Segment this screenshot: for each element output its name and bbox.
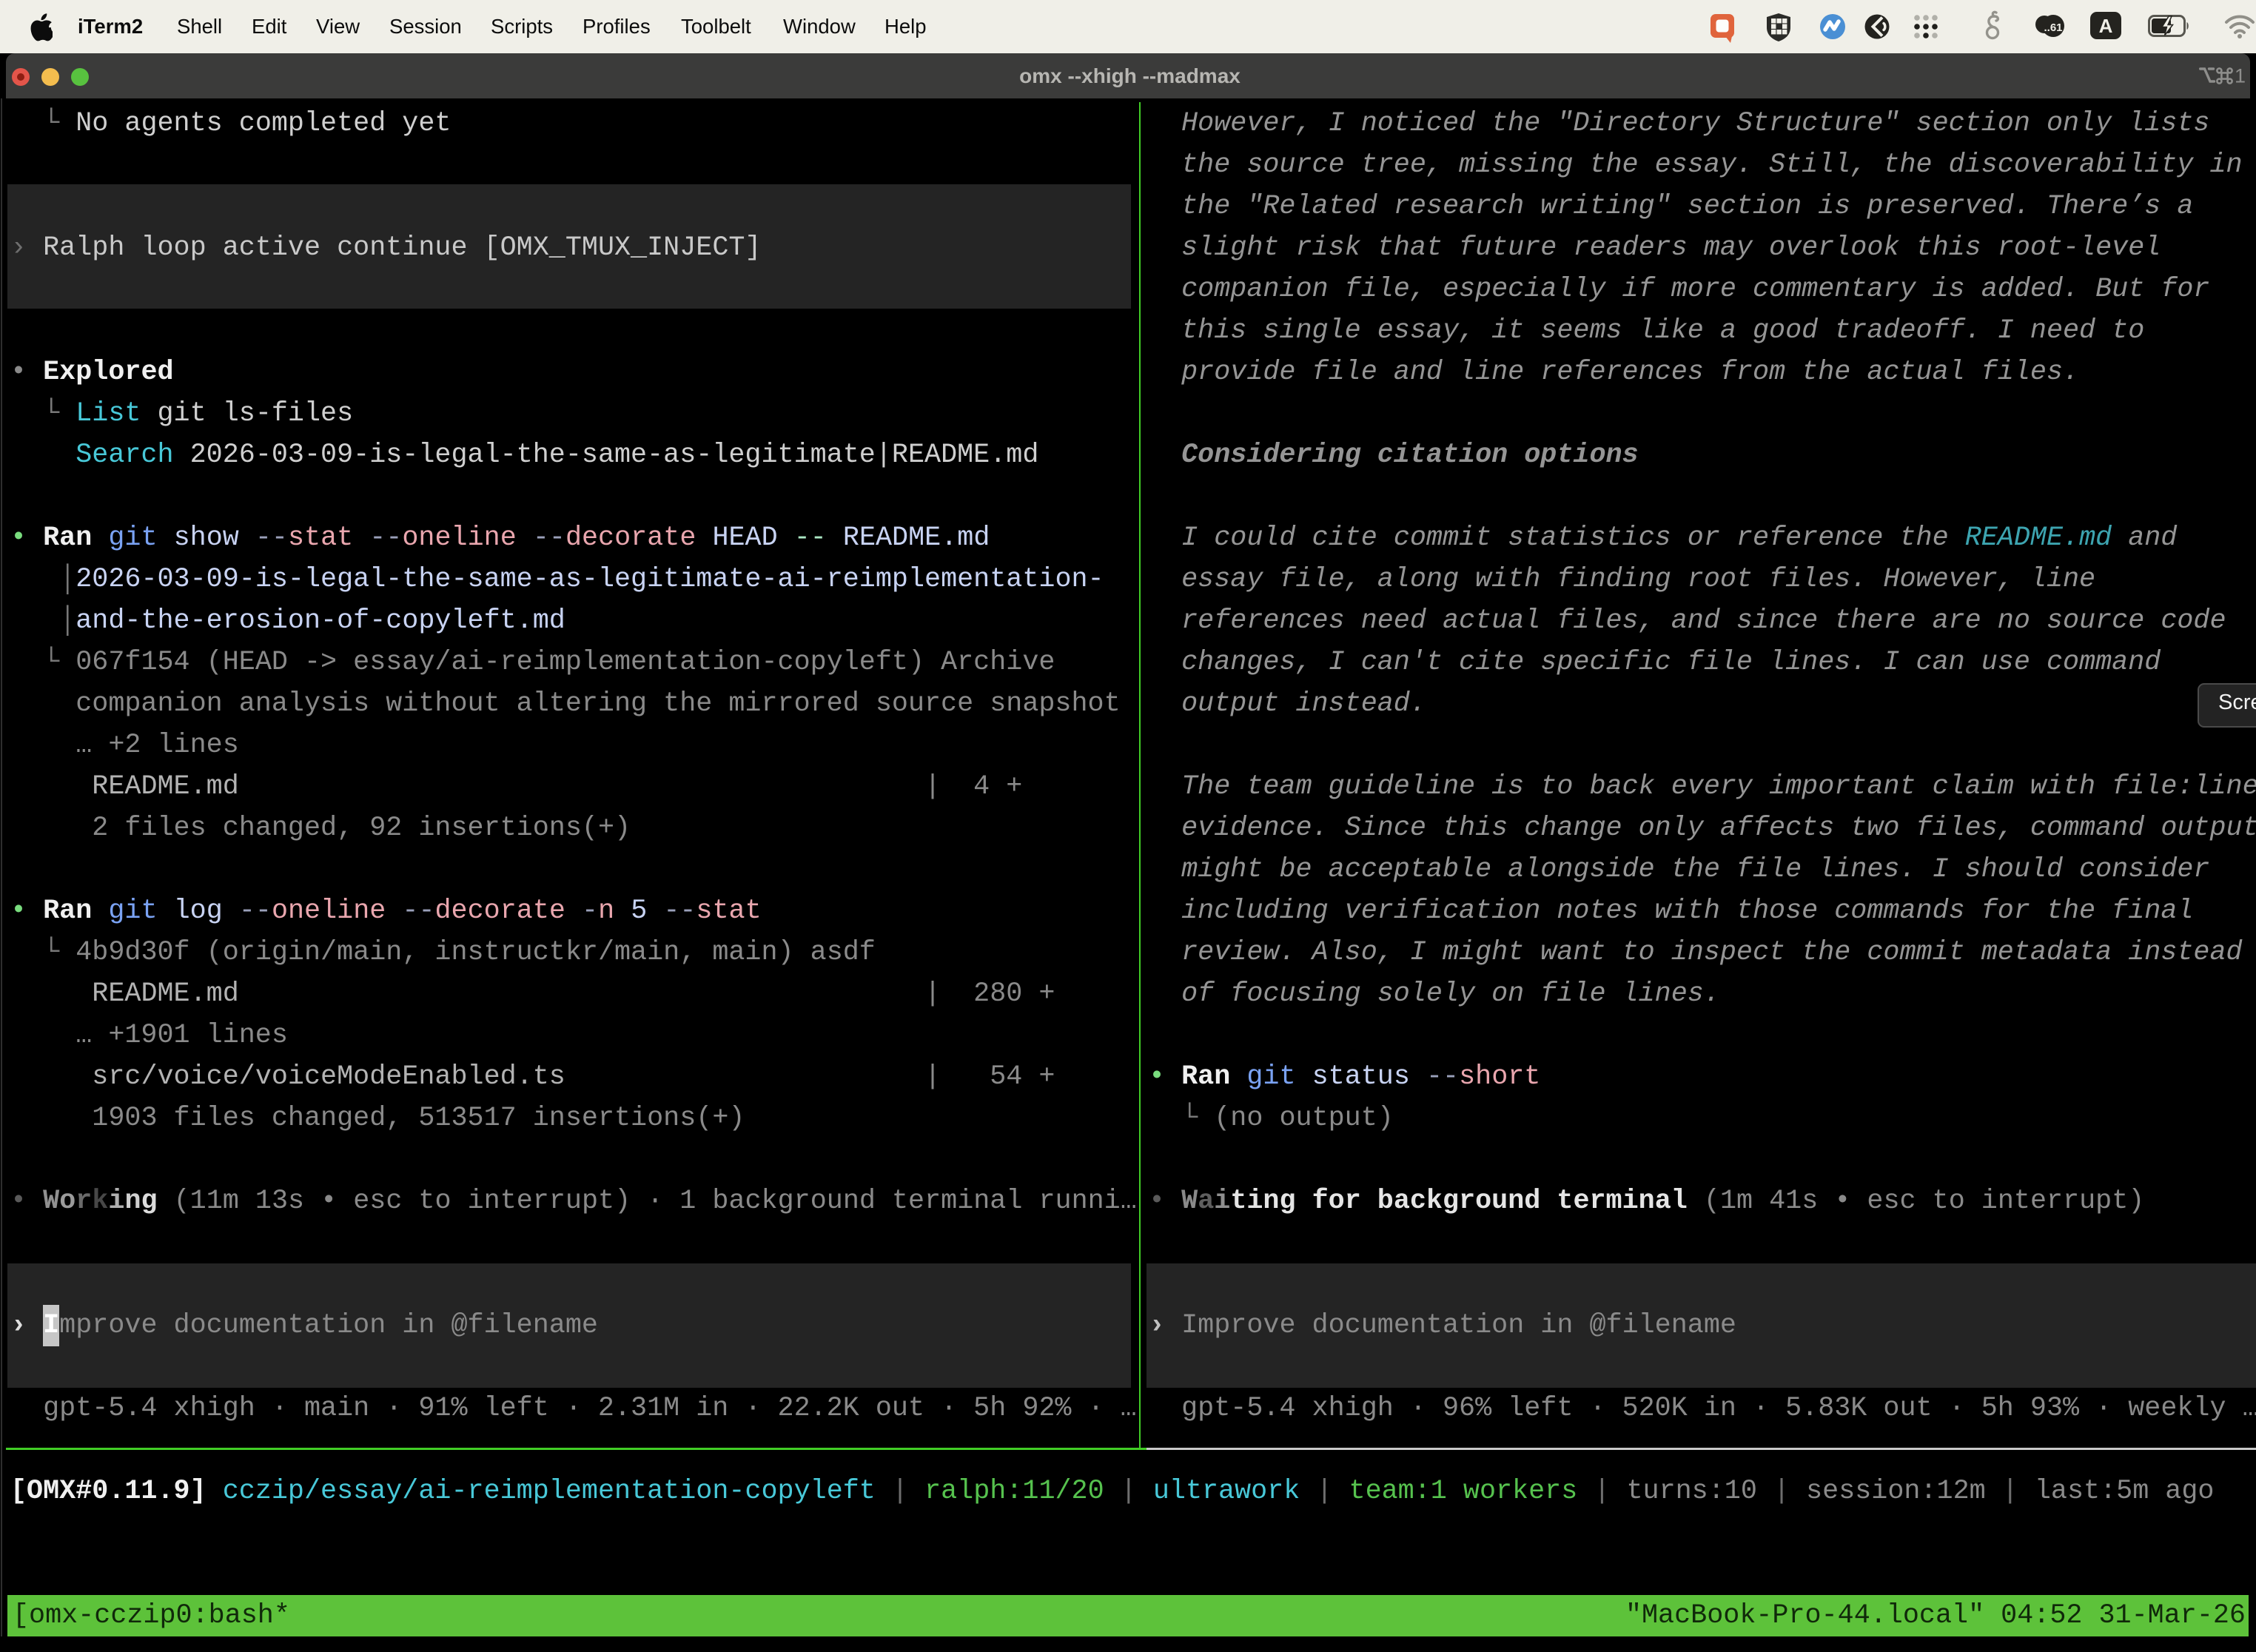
svg-text:A: A — [2099, 15, 2113, 37]
svg-text:..61: ..61 — [2044, 21, 2062, 34]
svg-text:1: 1 — [2235, 66, 2246, 85]
